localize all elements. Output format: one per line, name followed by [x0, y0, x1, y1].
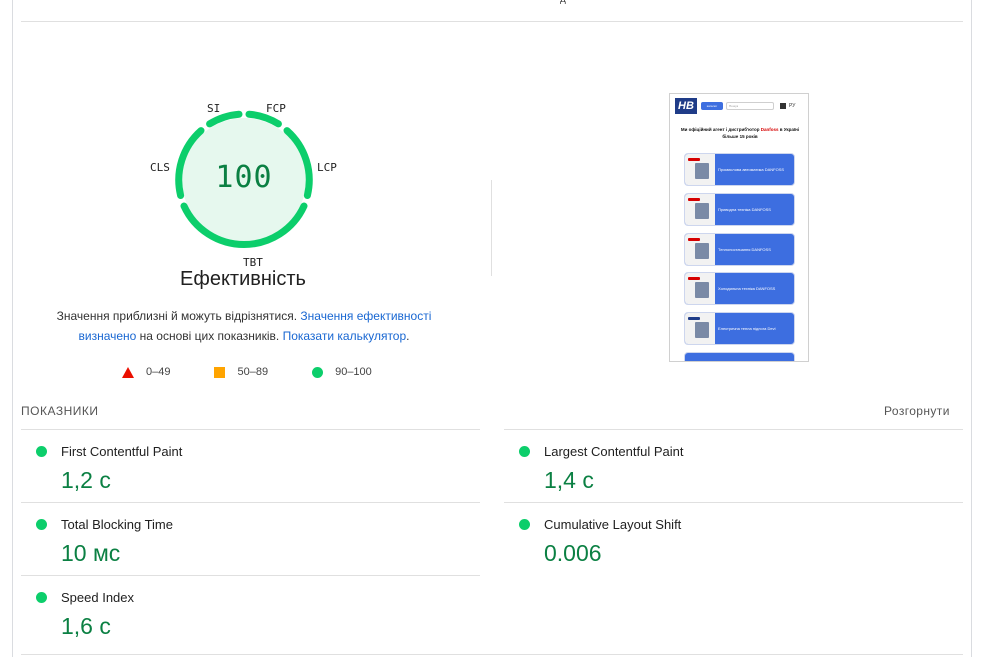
triangle-icon [122, 366, 134, 378]
metric-name: Speed Index [61, 590, 135, 605]
site-logo: HB [675, 98, 697, 114]
metric-name: Largest Contentful Paint [544, 444, 684, 459]
bottom-divider [21, 654, 963, 655]
metric-si: Speed Index 1,6 с [21, 576, 480, 648]
calculator-link[interactable]: Показати калькулятор [283, 329, 407, 343]
legend-poor-label: 0–49 [146, 366, 171, 378]
description-text-1: Значення приблизні й можуть відрізнятися… [56, 309, 301, 323]
metric-cls: Cumulative Layout Shift 0.006 [504, 503, 963, 575]
top-divider [21, 21, 963, 22]
expand-toggle[interactable]: Розгорнути [884, 404, 950, 418]
legend-average-label: 50–89 [237, 366, 269, 378]
card-label: Приводна техніка DANFOSS [718, 207, 771, 212]
metric-name: First Contentful Paint [61, 444, 183, 459]
square-icon [214, 366, 226, 378]
screenshot-card: Приводна техніка DANFOSS [684, 193, 795, 226]
gauge-label-cls: CLS [150, 161, 170, 174]
legend-average: 50–89 [214, 366, 268, 378]
screenshot-card-partial [684, 352, 795, 361]
product-thumb [685, 273, 715, 304]
card-label: Теплопостачання DANFOSS [718, 247, 771, 252]
metric-tbt: Total Blocking Time 10 мс [21, 503, 480, 575]
description-text-3: . [406, 329, 410, 343]
metric-value: 0.006 [544, 540, 602, 566]
metrics-title: ПОКАЗНИКИ [21, 404, 99, 418]
lang-switch: РУ [789, 103, 796, 109]
metric-name: Total Blocking Time [61, 517, 173, 532]
circle-icon [312, 366, 324, 378]
metric-name: Cumulative Layout Shift [544, 517, 682, 532]
product-thumb [685, 313, 715, 344]
circle-icon [36, 446, 47, 457]
heading-brand: Danfoss [760, 127, 779, 132]
card-label: Електрична тепла підлога Devi [718, 326, 776, 331]
screenshot-header: HB каталог Пошук РУ [670, 94, 808, 118]
legend-good-label: 90–100 [335, 366, 372, 378]
card-label: Промислова автоматика DANFOSS [718, 167, 785, 172]
metric-value: 10 мс [61, 540, 121, 566]
product-thumb [685, 234, 715, 265]
legend-good: 90–100 [312, 366, 372, 378]
screenshot-card: Теплопостачання DANFOSS [684, 233, 795, 266]
screenshot-heading: Ми офіційний агент і дистриб'ютор Danfos… [680, 126, 800, 140]
gauge-label-si: SI [207, 102, 221, 115]
circle-icon [36, 592, 47, 603]
product-thumb [685, 194, 715, 225]
performance-gauge[interactable]: 100 SI FCP LCP TBT CLS [140, 96, 350, 276]
metric-fcp: First Contentful Paint 1,2 с [21, 430, 480, 502]
screenshot-card: Електрична тепла підлога Devi [684, 312, 795, 345]
product-thumb [685, 154, 715, 185]
gauge-label-fcp: FCP [266, 102, 286, 115]
card-label: Холодильна техніка DANFOSS [718, 286, 776, 291]
phone-icon [780, 103, 786, 109]
gauge-label-lcp: LCP [317, 161, 337, 174]
heading-text-1: Ми офіційний агент і дистриб'ютор [680, 127, 761, 132]
catalog-button: каталог [701, 102, 723, 110]
score-description: Значення приблизні й можуть відрізнятися… [50, 306, 438, 346]
screenshot-card: Промислова автоматика DANFOSS [684, 153, 795, 186]
description-text-2: на основі цих показників. [136, 329, 283, 343]
header-fragment: д [560, 0, 566, 5]
metric-lcp: Largest Contentful Paint 1,4 с [504, 430, 963, 502]
metric-value: 1,4 с [544, 467, 594, 493]
circle-icon [519, 519, 530, 530]
legend-poor: 0–49 [122, 366, 170, 378]
metric-value: 1,6 с [61, 613, 111, 639]
circle-icon [519, 446, 530, 457]
score-legend: 0–49 50–89 90–100 [122, 366, 416, 378]
circle-icon [36, 519, 47, 530]
gauge-title: Ефективність [180, 268, 306, 290]
site-search: Пошук [726, 102, 774, 110]
vertical-divider [491, 180, 492, 276]
page-screenshot[interactable]: HB каталог Пошук РУ Ми офіційний агент і… [669, 93, 809, 362]
metric-value: 1,2 с [61, 467, 111, 493]
screenshot-card: Холодильна техніка DANFOSS [684, 272, 795, 305]
